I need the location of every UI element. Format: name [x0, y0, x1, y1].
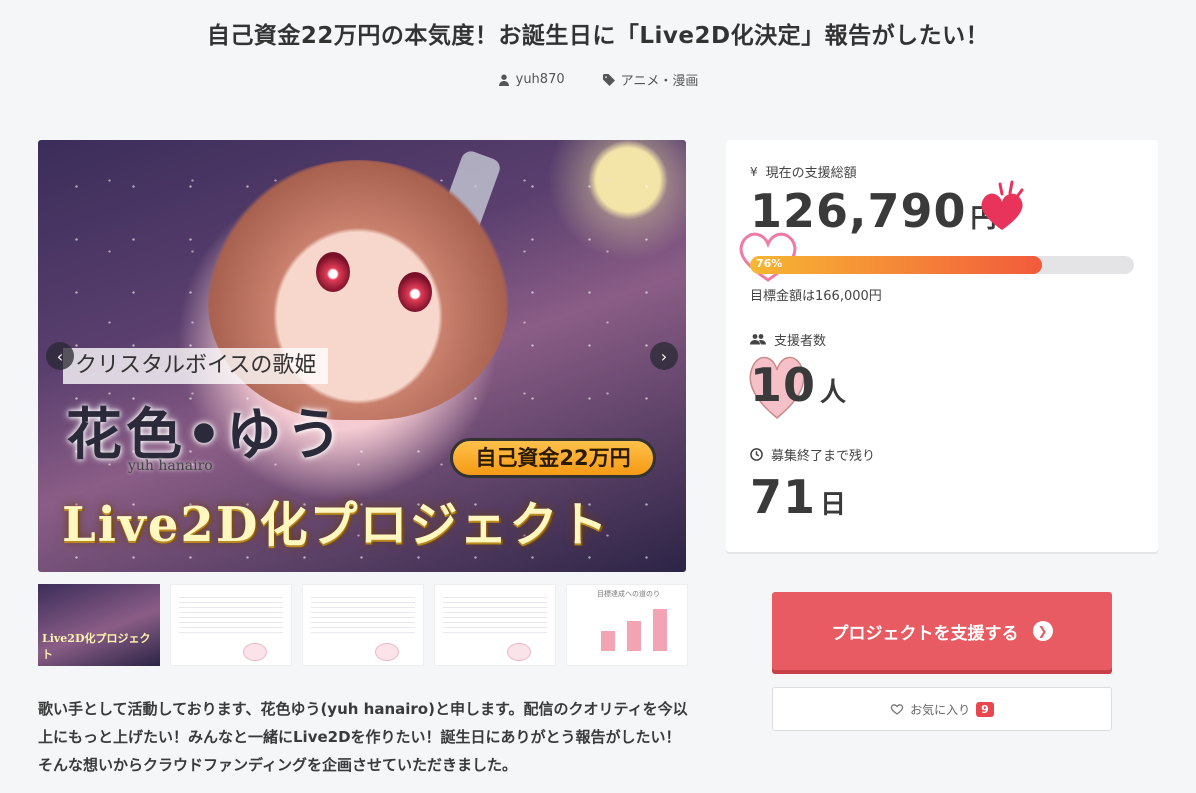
- heart-outline-icon: [890, 704, 904, 715]
- thumbnail-4[interactable]: [434, 584, 556, 666]
- project-description: 歌い手として活動しております、花色ゆう(yuh hanairo)と申します。配信…: [38, 700, 688, 774]
- favorite-label: お気に入り: [910, 702, 971, 717]
- chevron-right-icon: ›: [660, 346, 668, 366]
- favorite-button[interactable]: お気に入り 9: [772, 687, 1112, 731]
- table-graphic: [443, 593, 547, 637]
- backers-unit: 人: [820, 378, 848, 408]
- thumbnail-1[interactable]: Live2D化プロジェクト: [38, 584, 160, 666]
- progress-percent: 76%: [756, 257, 783, 270]
- table-graphic: [179, 593, 283, 637]
- thumbnail-strip: Live2D化プロジェクト 目標達成への道のり: [38, 584, 688, 666]
- total-label-text: 現在の支援総額: [765, 166, 857, 181]
- carousel-prev-button[interactable]: ‹: [46, 342, 74, 370]
- hero-project-title: Live2D化プロジェクト: [62, 497, 610, 553]
- thumbnail-5[interactable]: 目標達成への道のり: [566, 584, 688, 666]
- project-meta: yuh870 アニメ・漫画: [0, 70, 1196, 89]
- outline-heart-icon: [739, 232, 797, 282]
- category-name: アニメ・漫画: [620, 74, 699, 89]
- category-link[interactable]: アニメ・漫画: [602, 70, 699, 89]
- bunny-graphic: [375, 643, 399, 661]
- remaining-days-value: 71: [750, 470, 817, 524]
- total-label: ¥ 現在の支援総額: [750, 162, 857, 182]
- backers-count: 10 人: [750, 358, 847, 412]
- hero-subtitle: クリスタルボイスの歌姫: [63, 348, 329, 384]
- funding-stats-card: ¥ 現在の支援総額 126,790 円 76% 目標金額は166,000円 支援者…: [726, 140, 1158, 552]
- goal-amount: 目標金額は166,000円: [750, 289, 882, 304]
- thumbnail-3[interactable]: [302, 584, 424, 666]
- character-eye-right: [398, 272, 432, 312]
- carousel-next-button[interactable]: ›: [650, 342, 678, 370]
- hero-name-en: yuh hanairo: [128, 458, 213, 474]
- page-title: 自己資金22万円の本気度！お誕生日に「Live2D化決定」報告がしたい！: [206, 23, 990, 49]
- backers-count-value: 10: [750, 358, 817, 412]
- thumbnail-2[interactable]: [170, 584, 292, 666]
- bunny-graphic: [507, 643, 531, 661]
- chevron-left-icon: ‹: [56, 346, 64, 366]
- character-eye-left: [316, 252, 350, 292]
- support-project-button[interactable]: プロジェクトを支援する ❯: [772, 592, 1112, 670]
- hero-self-fund-badge: 自己資金22万円: [450, 438, 656, 478]
- support-button-label: プロジェクトを支援する: [831, 623, 1019, 644]
- arrow-right-icon: ❯: [1032, 621, 1053, 641]
- progress-fill: [750, 256, 1042, 274]
- remaining-unit: 日: [820, 490, 848, 520]
- remaining-days: 71 日: [750, 470, 847, 524]
- user-icon: [498, 74, 509, 86]
- funding-progress-bar: [750, 256, 1134, 274]
- clock-icon: [750, 448, 763, 461]
- author-name: yuh870: [515, 72, 565, 87]
- remaining-label-text: 募集終了まで残り: [771, 449, 876, 464]
- author-link[interactable]: yuh870: [498, 70, 565, 89]
- favorite-count-badge: 9: [976, 701, 994, 717]
- yen-icon: ¥: [750, 164, 758, 179]
- chart-thumb-title: 目標達成への道のり: [597, 590, 660, 598]
- heart-icon: [981, 180, 1024, 230]
- remaining-label: 募集終了まで残り: [750, 445, 875, 464]
- hero-image[interactable]: クリスタルボイスの歌姫 花色•ゆう yuh hanairo 自己資金22万円 L…: [38, 140, 686, 572]
- table-graphic: [311, 593, 415, 637]
- bar-graphic: [601, 609, 667, 651]
- bunny-graphic: [243, 643, 267, 661]
- tag-icon: [602, 73, 615, 86]
- thumbnail-caption: Live2D化プロジェクト: [42, 632, 151, 661]
